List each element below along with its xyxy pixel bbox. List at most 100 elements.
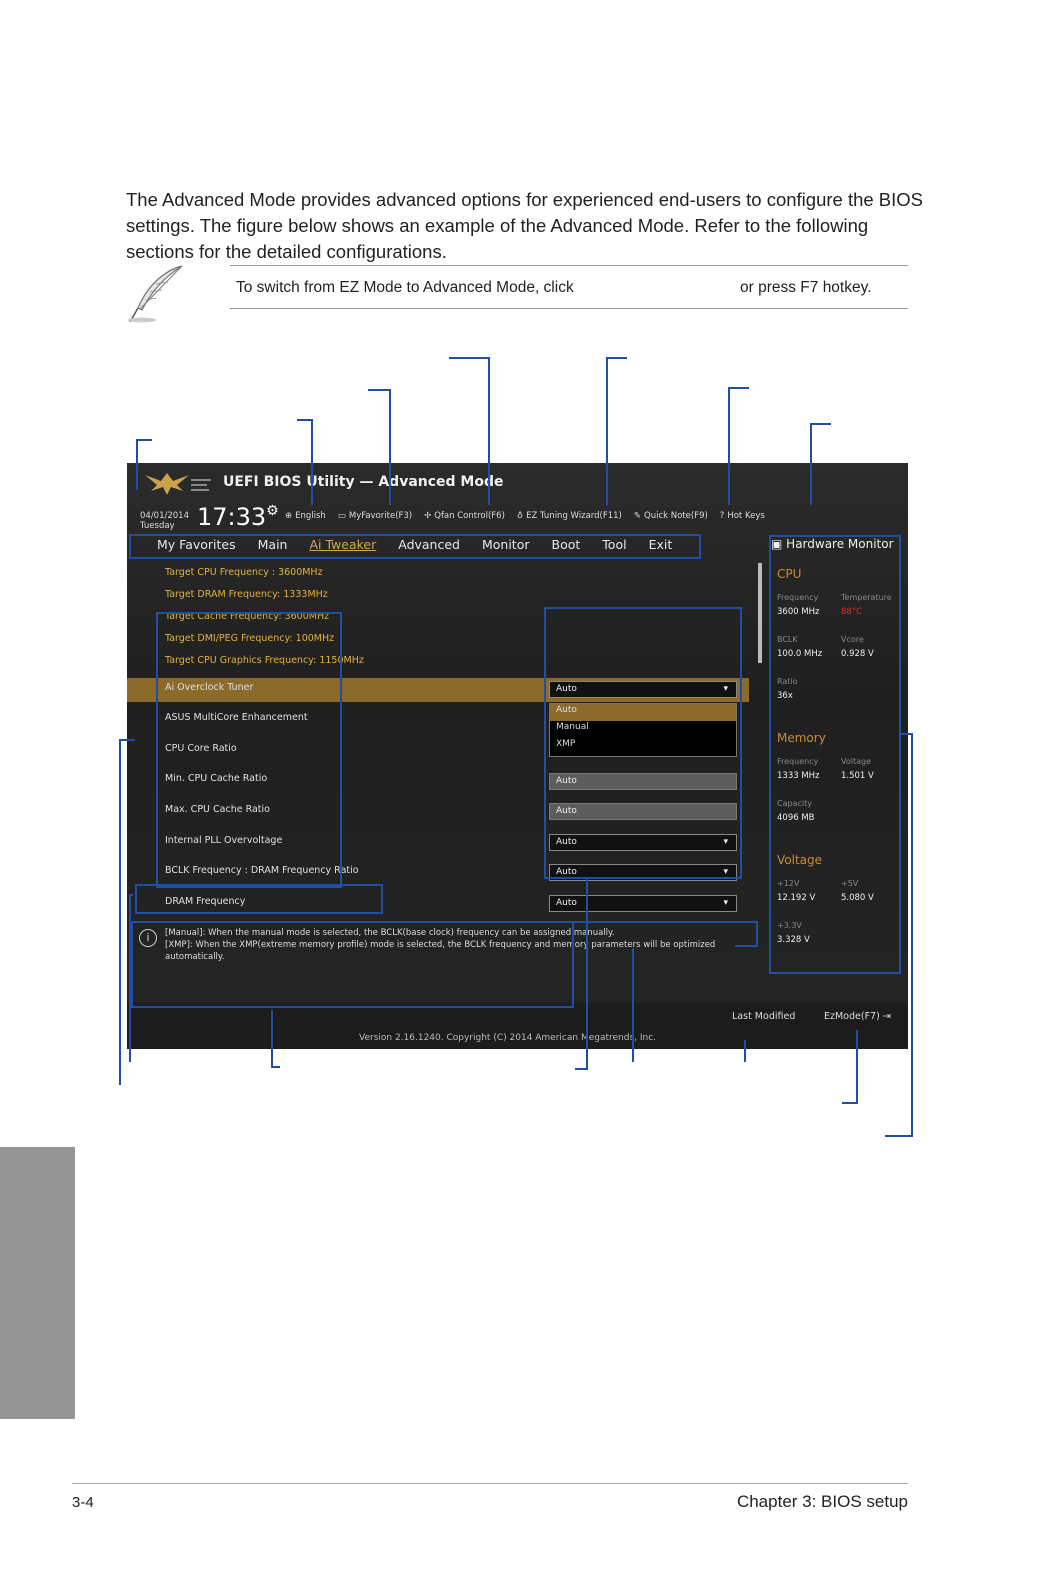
tab-boot[interactable]: Boot	[552, 537, 581, 552]
help-icon: ?	[719, 511, 725, 521]
ai-overclock-dropdown[interactable]: Auto Manual XMP	[549, 703, 737, 757]
cpu-frequency-label: Frequency	[777, 593, 819, 602]
language-button[interactable]: ⊕ English	[285, 511, 326, 521]
setting-label[interactable]: Min. CPU Cache Ratio	[165, 773, 267, 784]
note-text-before: To switch from EZ Mode to Advanced Mode,…	[236, 279, 574, 296]
dram-frequency-select[interactable]: Auto ▾	[549, 895, 737, 912]
qfan-button[interactable]: ✢ Qfan Control(F6)	[424, 511, 505, 521]
v12-value: 12.192 V	[777, 893, 816, 903]
capacity-label: Capacity	[777, 799, 812, 808]
note-icon: ✎	[633, 511, 641, 521]
dropdown-option[interactable]: Manual	[550, 721, 736, 738]
tab-tool[interactable]: Tool	[602, 537, 626, 552]
select-value: Auto	[556, 867, 577, 877]
help-line: [XMP]: When the XMP(extreme memory profi…	[165, 940, 716, 950]
hardware-monitor-label: Hardware Monitor	[786, 537, 894, 551]
monitor-icon: ▣	[771, 537, 783, 551]
min-cache-ratio-field[interactable]: Auto	[549, 773, 737, 790]
help-line: automatically.	[165, 952, 225, 962]
memory-voltage-value: 1.501 V	[841, 771, 874, 781]
target-item: Target Cache Frequency: 3600MHz	[165, 611, 330, 622]
tab-ai-tweaker[interactable]: Ai Tweaker	[309, 537, 376, 552]
bios-screenshot: UEFI BIOS Utility — Advanced Mode 04/01/…	[127, 463, 908, 1049]
v33-value: 3.328 V	[777, 935, 810, 945]
tab-my-favorites[interactable]: My Favorites	[157, 537, 236, 552]
help-info-bar: i [Manual]: When the manual mode is sele…	[135, 925, 755, 973]
bios-date: 04/01/2014 Tuesday	[140, 511, 189, 531]
tab-main[interactable]: Main	[258, 537, 288, 552]
dropdown-option[interactable]: XMP	[550, 738, 736, 755]
target-item: Target CPU Frequency : 3600MHz	[165, 567, 323, 578]
favorites-icon: ▭	[337, 511, 346, 521]
note-text-after: or press F7 hotkey.	[740, 279, 872, 296]
select-value: Auto	[556, 898, 577, 908]
select-value: Auto	[556, 806, 577, 816]
page-number: 3-4	[72, 1494, 94, 1511]
info-icon: i	[139, 929, 157, 947]
v5-value: 5.080 V	[841, 893, 874, 903]
dropdown-option[interactable]: Auto	[550, 704, 736, 721]
feather-pen-icon	[128, 265, 183, 323]
setting-label[interactable]: BCLK Frequency : DRAM Frequency Ratio	[165, 865, 359, 876]
hot-keys-label: Hot Keys	[727, 511, 765, 521]
hardware-monitor: ▣ Hardware Monitor CPU Frequency Tempera…	[771, 537, 905, 973]
bios-time-value: 17:33	[197, 503, 267, 531]
bclk-ratio-select[interactable]: Auto ▾	[549, 864, 737, 881]
ezmode-label: EzMode(F7)	[824, 1011, 880, 1022]
ez-tuning-label: EZ Tuning Wizard(F11)	[526, 511, 622, 521]
chapter-side-tab	[0, 1147, 75, 1419]
v12-label: +12V	[777, 879, 800, 888]
version-text: Version 2.16.1240. Copyright (C) 2014 Am…	[359, 1033, 657, 1043]
hardware-monitor-title: ▣ Hardware Monitor	[771, 537, 905, 551]
dropdown-arrow-icon: ▾	[723, 837, 728, 847]
target-item: Target CPU Graphics Frequency: 1150MHz	[165, 655, 364, 666]
fan-icon: ✢	[424, 511, 432, 521]
vcore-value: 0.928 V	[841, 649, 874, 659]
quick-note-button[interactable]: ✎ Quick Note(F9)	[634, 511, 708, 521]
max-cache-ratio-field[interactable]: Auto	[549, 803, 737, 820]
ez-tuning-button[interactable]: ♁ EZ Tuning Wizard(F11)	[517, 511, 622, 521]
ezmode-button[interactable]: EzMode(F7) ⇥	[824, 1011, 891, 1022]
dropdown-arrow-icon: ▾	[723, 867, 728, 877]
setting-label[interactable]: DRAM Frequency	[165, 896, 245, 907]
setting-label[interactable]: Max. CPU Cache Ratio	[165, 804, 270, 815]
myfavorite-button[interactable]: ▭ MyFavorite(F3)	[338, 511, 412, 521]
ai-overclock-select[interactable]: Auto ▾	[549, 681, 737, 698]
setting-label[interactable]: Ai Overclock Tuner	[165, 682, 253, 693]
tab-advanced[interactable]: Advanced	[398, 537, 460, 552]
select-value: Auto	[556, 776, 577, 786]
select-value: Auto	[556, 684, 577, 694]
memory-frequency-label: Frequency	[777, 757, 819, 766]
globe-icon: ⊕	[285, 511, 293, 521]
voltage-heading: Voltage	[777, 853, 823, 867]
dropdown-arrow-icon: ▾	[723, 898, 728, 908]
quick-note-label: Quick Note(F9)	[644, 511, 708, 521]
cpu-frequency-value: 3600 MHz	[777, 607, 820, 617]
last-modified-button[interactable]: Last Modified	[732, 1011, 795, 1022]
exit-arrow-icon: ⇥	[882, 1011, 891, 1022]
select-value: Auto	[556, 837, 577, 847]
setting-label[interactable]: ASUS MultiCore Enhancement	[165, 712, 308, 723]
footer-rule	[72, 1483, 908, 1484]
bios-menu-tabs: My Favorites Main Ai Tweaker Advanced Mo…	[157, 537, 672, 552]
setting-label[interactable]: CPU Core Ratio	[165, 743, 237, 754]
scrollbar[interactable]	[758, 563, 762, 663]
hot-keys-button[interactable]: ? Hot Keys	[720, 511, 765, 521]
memory-frequency-value: 1333 MHz	[777, 771, 820, 781]
gear-icon[interactable]: ⚙	[266, 503, 279, 519]
memory-heading: Memory	[777, 731, 826, 745]
cpu-temperature-value: 88°C	[841, 607, 863, 617]
vcore-label: Vcore	[841, 635, 864, 644]
tab-exit[interactable]: Exit	[649, 537, 673, 552]
pll-overvoltage-select[interactable]: Auto ▾	[549, 834, 737, 851]
setting-label[interactable]: Internal PLL Overvoltage	[165, 835, 282, 846]
cpu-temperature-label: Temperature	[841, 593, 892, 602]
bios-toolbar: ⊕ English ▭ MyFavorite(F3) ✢ Qfan Control(F…	[285, 511, 765, 521]
bclk-value: 100.0 MHz	[777, 649, 823, 659]
tab-monitor[interactable]: Monitor	[482, 537, 530, 552]
bulb-icon: ♁	[516, 511, 524, 521]
qfan-label: Qfan Control(F6)	[434, 511, 505, 521]
dropdown-arrow-icon: ▾	[723, 684, 728, 694]
note-box: To switch from EZ Mode to Advanced Mode,…	[230, 265, 908, 309]
tuf-logo-icon	[145, 473, 211, 495]
